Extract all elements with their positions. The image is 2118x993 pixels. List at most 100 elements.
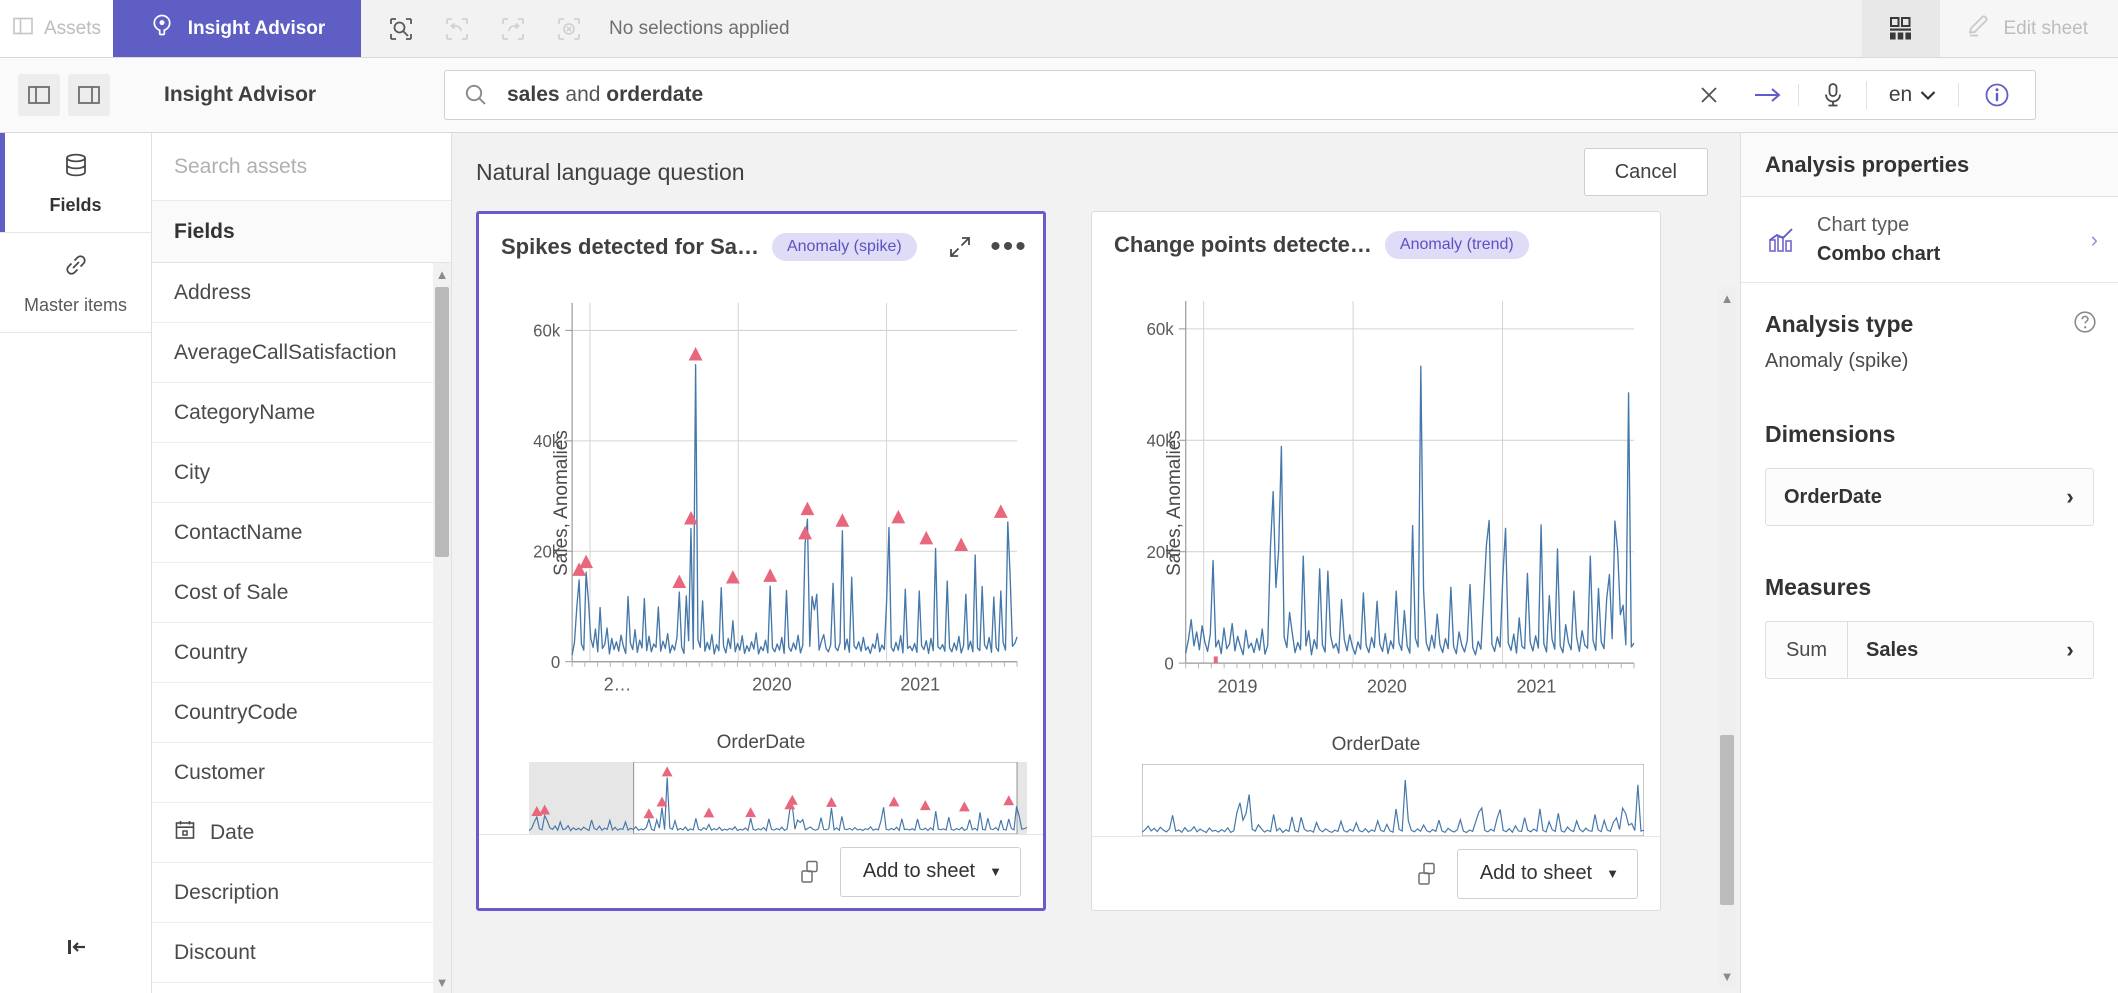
svg-text:0: 0 [551,652,560,672]
main-scrollbar[interactable]: ▲ ▼ [1718,287,1736,987]
list-item[interactable]: Discount [152,923,451,983]
minimap-svg [528,761,1028,835]
search-token-orderdate: orderdate [606,83,704,106]
list-item[interactable]: Cost of Sale [152,563,451,623]
list-item[interactable]: Description [152,863,451,923]
measure-pill-sales[interactable]: Sum Sales › [1765,621,2094,679]
close-icon[interactable] [1681,84,1737,106]
chevron-down-icon: ▼ [989,864,1002,879]
list-item[interactable]: City [152,443,451,503]
panel-toggle-group [0,74,152,116]
cancel-button[interactable]: Cancel [1583,148,1708,196]
dimension-pill-orderdate[interactable]: OrderDate › [1765,468,2094,526]
chart-link-icon[interactable] [1415,861,1439,887]
insight-cards: Spikes detected for Sa… Anomaly (spike) … [476,211,1716,911]
app-body: Fields Master items Search assets Fields… [0,133,2118,993]
insight-card-change-points[interactable]: Change points detecte… Anomaly (trend) S… [1091,211,1661,911]
step-back-icon[interactable] [431,3,483,55]
scroll-down-arrow-icon[interactable]: ▼ [436,971,449,993]
expand-icon[interactable] [943,234,978,260]
search-input[interactable]: sales and orderdate [507,83,1681,107]
microphone-icon[interactable] [1799,81,1867,109]
analysis-properties-title: Analysis properties [1741,133,2118,197]
add-to-sheet-button[interactable]: Add to sheet ▼ [1456,848,1638,899]
insight-advisor-tab-label: Insight Advisor [187,17,326,39]
svg-text:2020: 2020 [752,673,792,694]
info-icon[interactable] [1959,81,2035,109]
field-label: Customer [174,760,266,784]
scroll-up-arrow-icon[interactable]: ▲ [1721,287,1734,309]
assets-scrollbar[interactable]: ▲ ▼ [433,263,451,993]
left-panel-toggle-icon[interactable] [18,74,60,116]
sheet-grid-icon[interactable] [1861,0,1940,57]
main-content: Natural language question Cancel Spikes … [452,133,1740,993]
y-axis-title: Sales, Anomalies [550,430,572,576]
list-item[interactable]: CountryCode [152,683,451,743]
scroll-down-arrow-icon[interactable]: ▼ [1721,965,1734,987]
scroll-up-arrow-icon[interactable]: ▲ [436,263,449,285]
scrollbar-thumb[interactable] [435,287,449,557]
field-label: CountryCode [174,700,298,724]
chart-link-icon[interactable] [798,859,822,885]
scrollbar-thumb[interactable] [1720,735,1734,905]
list-item[interactable]: Date [152,803,451,863]
left-rail: Fields Master items [0,133,152,993]
chart-brush-minimap[interactable] [1141,763,1645,837]
minimap-svg [1141,763,1645,837]
chart-canvas-spikes[interactable]: Sales, Anomalies 0 20k 40k 60k 2… 2020 2021 [479,280,1043,726]
card-footer: Add to sheet ▼ [1092,836,1660,910]
insight-cards-area: Spikes detected for Sa… Anomaly (spike) … [452,211,1740,993]
chevron-right-icon[interactable]: › [2091,227,2098,253]
selection-tools [361,0,595,57]
more-options-icon[interactable]: ••• [990,230,1027,264]
insight-bulb-icon [149,13,175,45]
language-selector[interactable]: en [1867,83,1959,107]
assets-panel: Search assets Fields Address AverageCall… [152,133,452,993]
svg-text:2020: 2020 [1367,675,1407,697]
list-item[interactable]: Country [152,623,451,683]
step-forward-icon[interactable] [487,3,539,55]
field-label: Address [174,280,252,304]
arrow-right-icon[interactable] [1737,84,1799,106]
edit-sheet-button[interactable]: Edit sheet [1939,0,2118,57]
chart-type-value: Combo chart [1817,242,1941,265]
clear-selections-icon[interactable] [543,3,595,55]
combo-chart-svg: 020k40k60k2… 2020 2021 [533,302,1018,695]
analysis-type-value: Anomaly (spike) [1765,350,1909,372]
chart-type-row[interactable]: Chart type Combo chart › [1741,197,2118,283]
main-header: Natural language question Cancel [452,133,1740,211]
help-icon[interactable] [2072,309,2098,340]
search-icon [445,82,507,108]
add-to-sheet-button[interactable]: Add to sheet ▼ [839,846,1021,897]
field-label: CategoryName [174,400,316,424]
search-row: Insight Advisor sales and orderdate en [0,58,2118,133]
list-item[interactable]: AverageCallSatisfaction [152,323,451,383]
list-item[interactable]: Address [152,263,451,323]
analysis-type-header: Analysis type [1741,283,2118,350]
chevron-right-icon[interactable]: › [2047,637,2093,663]
analysis-type-label: Analysis type [1765,311,1914,337]
list-item[interactable]: CategoryName [152,383,451,443]
insight-advisor-tab[interactable]: Insight Advisor [113,0,361,57]
sidebar-item-fields[interactable]: Fields [0,133,151,233]
calendar-icon [174,819,196,847]
field-label: Cost of Sale [174,580,289,604]
assets-tab[interactable]: Assets [0,0,113,57]
status-badge: Anomaly (trend) [1384,231,1529,259]
collapse-left-icon[interactable] [0,901,151,993]
svg-text:2…: 2… [604,673,632,694]
svg-text:60k: 60k [1146,319,1174,339]
chart-canvas-change-points[interactable]: Sales, Anomalies 0 20k 40k 60k 2019 2020 2021 [1092,278,1660,728]
search-input-container[interactable]: sales and orderdate en [444,70,2036,120]
list-item[interactable]: Customer [152,743,451,803]
card-title: Change points detecte… [1114,232,1372,257]
list-item[interactable]: ContactName [152,503,451,563]
insight-card-spikes[interactable]: Spikes detected for Sa… Anomaly (spike) … [476,211,1046,911]
svg-text:2021: 2021 [1516,675,1556,697]
sidebar-item-master-items[interactable]: Master items [0,233,151,333]
selections-search-icon[interactable] [375,3,427,55]
search-assets-input[interactable]: Search assets [152,133,451,201]
chart-brush-minimap[interactable] [528,761,1028,835]
chevron-right-icon[interactable]: › [2047,484,2093,510]
right-panel-toggle-icon[interactable] [68,74,110,116]
